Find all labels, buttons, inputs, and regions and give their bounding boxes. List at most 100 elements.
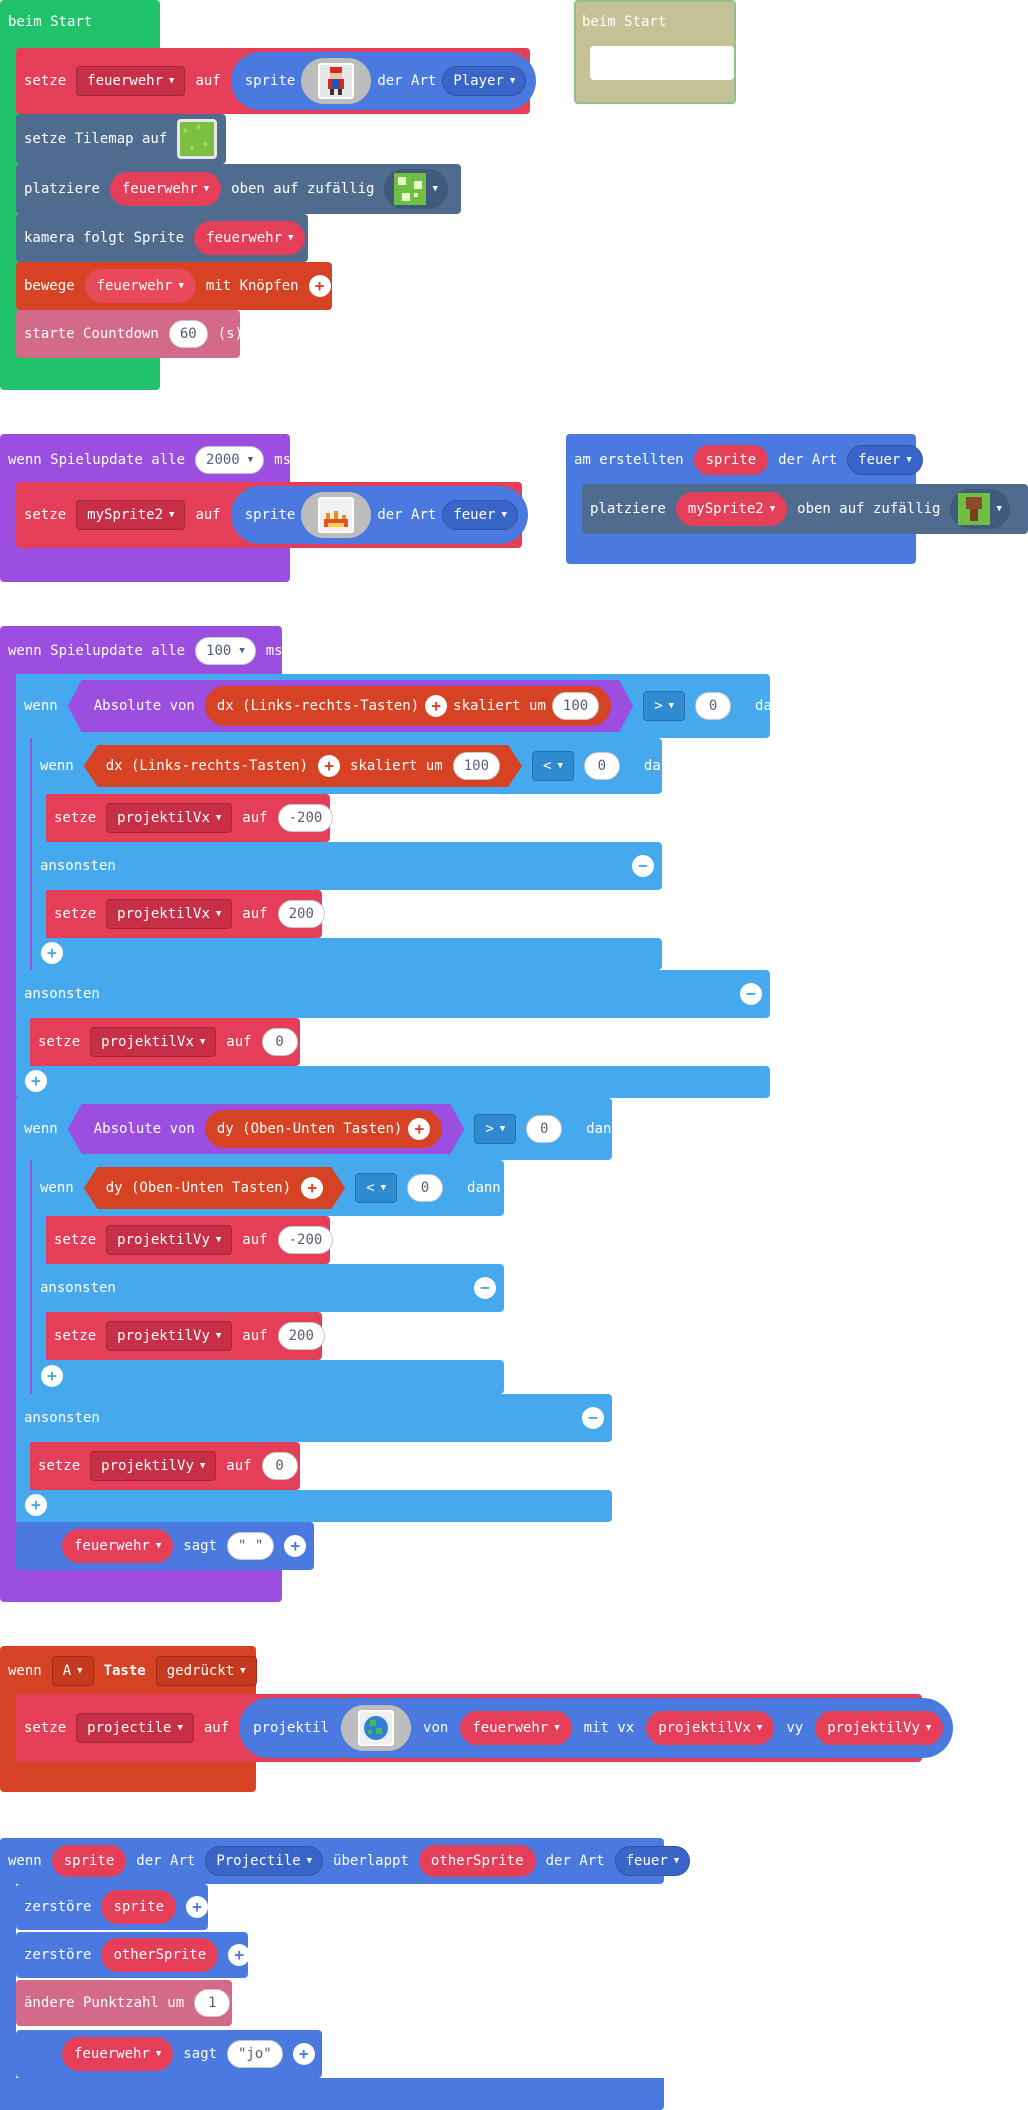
- interval-dropdown[interactable]: 100 ▼: [195, 637, 256, 665]
- dy-label: dy (Oben-Unten Tasten): [105, 1180, 292, 1196]
- kind-dropdown[interactable]: feuer ▼: [442, 500, 518, 530]
- absolute-reporter[interactable]: Absolute von dy (Oben-Unten Tasten) +: [68, 1104, 465, 1154]
- sprite-create-reporter[interactable]: sprite der Art Player ▼: [230, 52, 537, 110]
- plus-icon[interactable]: +: [301, 1177, 323, 1199]
- variable-reporter[interactable]: feuerwehr ▼: [62, 2037, 174, 2071]
- event-dropdown[interactable]: gedrückt ▼: [155, 1656, 257, 1686]
- tilemap-picker[interactable]: [177, 119, 218, 159]
- variable-dropdown[interactable]: projektilVx ▼: [106, 899, 233, 929]
- plus-icon[interactable]: +: [408, 1118, 430, 1140]
- variable-dropdown[interactable]: projektilVx ▼: [90, 1027, 217, 1057]
- vx-variable-reporter[interactable]: projektilVx ▼: [646, 1711, 775, 1745]
- operator-value: >: [654, 698, 663, 714]
- scale-value-input[interactable]: 100: [453, 752, 500, 780]
- value-input[interactable]: 200: [277, 1322, 325, 1350]
- kind-label: der Art: [377, 507, 437, 523]
- value-input[interactable]: 200: [277, 900, 325, 928]
- comparison-operator-dropdown[interactable]: > ▼: [643, 691, 686, 721]
- sprite-image-picker[interactable]: [301, 492, 372, 538]
- from-label: von: [423, 1720, 449, 1736]
- plus-icon[interactable]: +: [25, 1494, 47, 1516]
- variable-name: projektilVy: [117, 1328, 210, 1344]
- other-sprite-variable-reporter[interactable]: otherSprite: [101, 1938, 219, 1972]
- variable-reporter[interactable]: feuerwehr ▼: [194, 221, 306, 255]
- countdown-value-input[interactable]: 60: [168, 320, 208, 348]
- value-input[interactable]: 0: [261, 1452, 298, 1480]
- plus-icon[interactable]: +: [292, 2043, 315, 2065]
- compare-value-input[interactable]: 0: [526, 1115, 563, 1143]
- dx-reporter[interactable]: dx (Links-rechts-Tasten) + skaliert um 1…: [84, 745, 522, 787]
- minus-icon[interactable]: −: [632, 855, 654, 877]
- chevron-down-icon: ▼: [499, 1124, 506, 1134]
- sprite-label: sprite: [244, 73, 296, 89]
- tile-picker[interactable]: ▼: [950, 489, 1010, 529]
- variable-dropdown[interactable]: projektilVy ▼: [90, 1451, 217, 1481]
- kind-dropdown[interactable]: feuer ▼: [847, 445, 923, 475]
- kind-dropdown[interactable]: Player ▼: [442, 66, 527, 96]
- tile-picker[interactable]: ▼: [384, 169, 448, 209]
- variable-reporter[interactable]: feuerwehr ▼: [109, 172, 222, 206]
- kind-value: feuer: [453, 507, 496, 523]
- compare-value-input[interactable]: 0: [583, 752, 620, 780]
- plus-icon[interactable]: +: [41, 942, 63, 964]
- absolute-reporter[interactable]: Absolute von dx (Links-rechts-Tasten) + …: [68, 680, 633, 732]
- variable-name: projektilVy: [827, 1720, 920, 1736]
- value-input[interactable]: 0: [261, 1028, 298, 1056]
- chevron-down-icon: ▼: [169, 76, 175, 86]
- plus-icon[interactable]: +: [228, 1944, 251, 1966]
- chevron-down-icon: ▼: [769, 504, 776, 514]
- chevron-down-icon: ▼: [247, 455, 254, 465]
- minus-icon[interactable]: −: [740, 983, 762, 1005]
- variable-reporter[interactable]: feuerwehr ▼: [62, 1529, 174, 1563]
- value-input[interactable]: -200: [277, 1226, 334, 1254]
- projectile-image-picker[interactable]: [341, 1705, 412, 1751]
- minus-icon[interactable]: −: [582, 1407, 604, 1429]
- sprite-variable-reporter[interactable]: sprite: [101, 1890, 177, 1924]
- compare-value-input[interactable]: 0: [695, 692, 732, 720]
- other-sprite-variable-reporter[interactable]: otherSprite: [418, 1845, 536, 1877]
- comparison-operator-dropdown[interactable]: < ▼: [532, 751, 574, 781]
- compare-value-input[interactable]: 0: [407, 1174, 444, 1202]
- plus-icon[interactable]: +: [41, 1365, 63, 1387]
- sprite-image-picker[interactable]: [301, 58, 372, 104]
- minus-icon[interactable]: −: [474, 1277, 496, 1299]
- variable-dropdown[interactable]: projectile ▼: [76, 1713, 194, 1743]
- plus-icon[interactable]: +: [25, 1070, 47, 1092]
- interval-dropdown[interactable]: 2000 ▼: [195, 446, 265, 474]
- variable-reporter[interactable]: feuerwehr ▼: [84, 269, 196, 303]
- scale-value-input[interactable]: 100: [552, 692, 599, 720]
- dy-reporter[interactable]: dy (Oben-Unten Tasten) +: [84, 1167, 345, 1209]
- sprite-create-reporter[interactable]: sprite der Art feuer ▼: [230, 486, 528, 544]
- sprite-variable-reporter[interactable]: sprite: [693, 445, 769, 475]
- kind-dropdown[interactable]: feuer ▼: [614, 1846, 691, 1876]
- comparison-operator-dropdown[interactable]: < ▼: [355, 1173, 398, 1203]
- kind-dropdown[interactable]: Projectile ▼: [205, 1846, 324, 1876]
- value-input[interactable]: -200: [277, 804, 334, 832]
- variable-dropdown[interactable]: mySprite2 ▼: [76, 500, 186, 530]
- sprite-variable-reporter[interactable]: sprite: [51, 1845, 127, 1877]
- button-dropdown[interactable]: A ▼: [51, 1656, 94, 1686]
- variable-dropdown[interactable]: projektilVy ▼: [106, 1321, 233, 1351]
- say-text-input[interactable]: " ": [227, 1532, 275, 1560]
- variable-dropdown[interactable]: projektilVx ▼: [106, 803, 233, 833]
- kind-value: feuer: [858, 452, 901, 468]
- variable-reporter[interactable]: mySprite2 ▼: [675, 492, 788, 526]
- variable-dropdown[interactable]: projektilVy ▼: [106, 1225, 233, 1255]
- plus-icon[interactable]: +: [425, 695, 447, 717]
- vy-variable-reporter[interactable]: projektilVy ▼: [815, 1711, 944, 1745]
- plus-icon[interactable]: +: [308, 275, 331, 297]
- variable-reporter[interactable]: feuerwehr ▼: [460, 1711, 572, 1745]
- plus-icon[interactable]: +: [318, 755, 340, 777]
- dy-reporter[interactable]: dy (Oben-Unten Tasten) +: [205, 1110, 442, 1148]
- plus-icon[interactable]: +: [284, 1535, 307, 1557]
- say-text-input[interactable]: "jo": [227, 2040, 283, 2068]
- score-value-input[interactable]: 1: [194, 1989, 231, 2017]
- comparison-operator-dropdown[interactable]: > ▼: [474, 1114, 517, 1144]
- variable-dropdown[interactable]: feuerwehr ▼: [76, 66, 186, 96]
- variable-name: projektilVx: [101, 1034, 194, 1050]
- dx-reporter[interactable]: dx (Links-rechts-Tasten) + skaliert um 1…: [205, 686, 611, 726]
- projectile-from-sprite-reporter[interactable]: projektil von feuerwehr ▼ mit vx projekti…: [239, 1698, 954, 1758]
- plus-icon[interactable]: +: [186, 1896, 209, 1918]
- then-label: dann: [755, 698, 789, 714]
- variable-name: feuerwehr: [206, 230, 283, 246]
